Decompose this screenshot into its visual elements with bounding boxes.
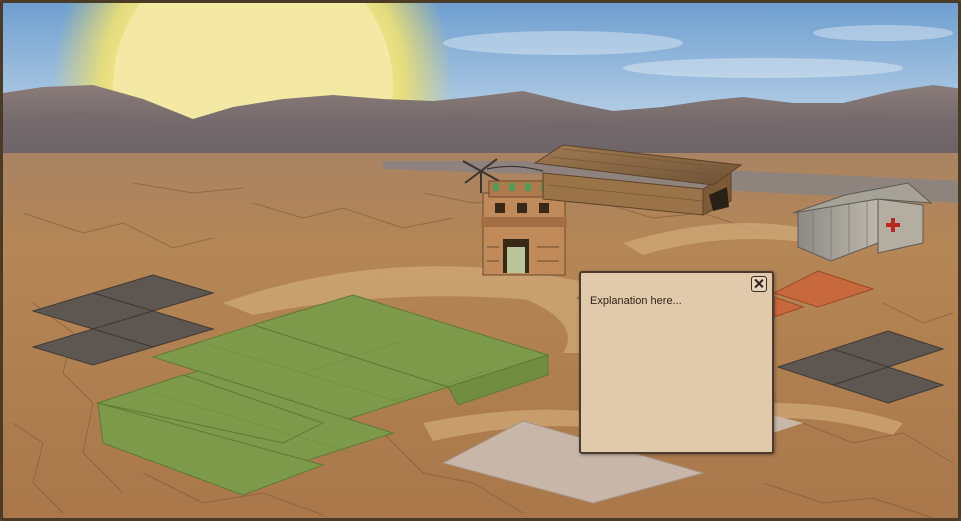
explanation-popup: Explanation here...	[579, 271, 774, 454]
game-viewport[interactable]: Explanation here...	[0, 0, 961, 521]
game-scene[interactable]	[3, 3, 961, 521]
explanation-text: Explanation here...	[590, 295, 682, 307]
close-x-icon[interactable]	[751, 276, 767, 292]
